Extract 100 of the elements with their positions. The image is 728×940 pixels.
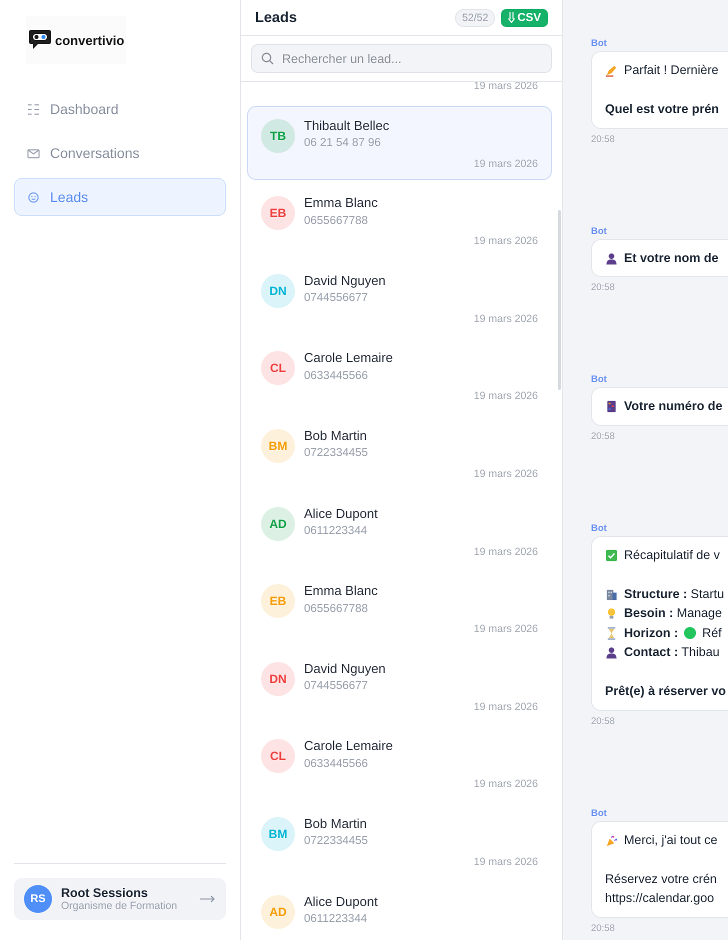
message-text: Réf	[702, 624, 722, 642]
smiley-icon	[27, 190, 40, 204]
panel-title: Leads	[255, 10, 298, 26]
avatar: AD	[261, 894, 295, 929]
avatar: EB	[261, 584, 295, 618]
message-text: Structure : Startu	[624, 586, 724, 602]
lead-phone: 0722334455	[304, 834, 369, 850]
lead-name: David Nguyen	[304, 660, 387, 678]
lead-date: 19 mars 2026	[472, 544, 538, 559]
lead-date: 19 mars 2026	[472, 622, 538, 636]
lead-phone: 06 21 54 87 96	[304, 136, 382, 152]
lead-date: 19 mars 2026	[472, 312, 538, 326]
abacus-icon	[605, 400, 618, 414]
sender-label: Bot	[591, 808, 608, 818]
party-popper-icon	[605, 834, 618, 847]
avatar: CL	[261, 351, 295, 386]
sender-label: Bot	[591, 374, 608, 385]
message-text: Réservez votre crén	[605, 870, 717, 888]
message-text: Votre numéro de	[624, 398, 722, 415]
list-icon	[27, 102, 40, 116]
avatar: BM	[261, 428, 295, 463]
lightbulb-icon	[605, 607, 618, 620]
message-text: Merci, j'ai tout ce	[624, 832, 718, 849]
lead-name: Alice Dupont	[304, 892, 379, 911]
message-time: 20:58	[591, 430, 616, 442]
lead-phone: 0744556677	[304, 291, 369, 306]
writing-hand-icon	[605, 64, 618, 78]
message-text: Horizon :	[624, 624, 678, 642]
mail-icon	[27, 146, 40, 160]
avatar: DN	[261, 274, 295, 308]
lead-item[interactable]: CL Carole Lemaire 0633445566 19 mars 2026	[247, 338, 552, 412]
message-text: Quel est votre prén	[605, 101, 719, 118]
lead-name: Thibault Bellec	[304, 116, 390, 135]
lead-phone: 0611223344	[304, 912, 368, 928]
lead-name: Bob Martin	[304, 426, 368, 445]
lead-item[interactable]: AD Alice Dupont 0611223344 19 mars 2026	[247, 494, 552, 568]
message-time: 20:58	[591, 282, 616, 293]
avatar: CL	[261, 739, 295, 774]
sender-label: Bot	[591, 522, 608, 534]
lead-item[interactable]: EB Emma Blanc 0655667788 19 mars 2026	[247, 183, 552, 258]
checkbox-icon	[605, 548, 618, 562]
lead-item[interactable]: DN David Nguyen 0744556677 19 mars 2026	[247, 260, 552, 335]
sender-label: Bot	[591, 226, 608, 236]
lead-phone: 0722334455	[304, 446, 369, 462]
lead-date: 19 mars 2026	[472, 466, 538, 481]
lead-phone: 0655667788	[304, 214, 369, 229]
message-text: Besoin : Manage	[624, 605, 722, 622]
avatar: BM	[261, 816, 295, 851]
lead-name: Emma Blanc	[304, 194, 379, 212]
lead-item[interactable]: DN David Nguyen 0744556677 19 mars 2026	[247, 648, 552, 723]
lead-item[interactable]: EB Emma Blanc 0655667788 19 mars 2026	[247, 571, 552, 646]
message-text: Contact : Thibau	[624, 644, 720, 661]
hourglass-icon	[605, 626, 618, 640]
message-time: 20:58	[591, 922, 616, 934]
message-text: https://calendar.goo	[605, 890, 714, 907]
account-card[interactable]: RS Root Sessions Organisme de Formation	[14, 878, 226, 920]
lead-date: 19 mars 2026	[472, 156, 538, 171]
lead-name: Bob Martin	[304, 814, 368, 833]
message-text: Parfait ! Dernière	[624, 62, 718, 79]
lead-date: 19 mars 2026	[472, 700, 538, 714]
lead-item[interactable]: BM Bob Martin 0722334455 19 mars 2026	[247, 804, 552, 878]
lead-date: 19 mars 2026	[472, 389, 538, 404]
logo-text: convertivio	[55, 32, 124, 48]
avatar: DN	[261, 662, 295, 696]
lead-name: Carole Lemaire	[304, 349, 394, 368]
lead-date: 19 mars 2026	[472, 777, 538, 792]
lead-date: 19 mars 2026	[472, 854, 538, 869]
account-subtitle: Organisme de Formation	[61, 900, 178, 912]
lead-item[interactable]: AD Alice Dupont 0611223344	[247, 882, 552, 938]
lead-phone: 0744556677	[304, 679, 369, 694]
lead-name: David Nguyen	[304, 272, 387, 290]
person-icon	[605, 252, 618, 265]
lead-name: Carole Lemaire	[304, 737, 394, 756]
building-icon	[605, 588, 618, 601]
lead-item[interactable]: TB Thibault Bellec 06 21 54 87 96 19 mars 2026	[247, 106, 552, 180]
message-text: Récapitulatif de v	[624, 546, 720, 564]
search-icon	[261, 52, 274, 65]
lead-item[interactable]: BM Bob Martin 0722334455 19 mars 2026	[247, 416, 552, 490]
message-time: 20:58	[591, 716, 616, 726]
avatar: RS	[24, 885, 52, 913]
search-field[interactable]: Rechercher un lead...	[251, 44, 552, 73]
sender-label: Bot	[591, 38, 608, 49]
avatar: AD	[261, 506, 295, 541]
lead-name: Alice Dupont	[304, 504, 379, 523]
lead-phone: 0633445566	[304, 368, 369, 384]
avatar: TB	[261, 118, 295, 153]
message-time: 20:58	[591, 134, 616, 144]
lead-name: Emma Blanc	[304, 582, 379, 600]
arrow-right-icon[interactable]	[200, 895, 216, 903]
download-icon	[508, 12, 516, 23]
account-name: Root Sessions	[61, 886, 149, 900]
lead-phone: 0655667788	[304, 602, 369, 617]
lead-phone: 0611223344	[304, 524, 368, 540]
message-text: Et votre nom de	[624, 250, 718, 266]
lead-item[interactable]: CL Carole Lemaire 0633445566 19 mars 2026	[247, 726, 552, 800]
search-input[interactable]: Rechercher un lead...	[282, 52, 542, 66]
lead-date: 19 mars 2026	[472, 82, 539, 90]
lead-phone: 0633445566	[304, 756, 369, 772]
lead-date: 19 mars 2026	[472, 234, 538, 248]
count-badge: 52/52	[455, 8, 496, 26]
